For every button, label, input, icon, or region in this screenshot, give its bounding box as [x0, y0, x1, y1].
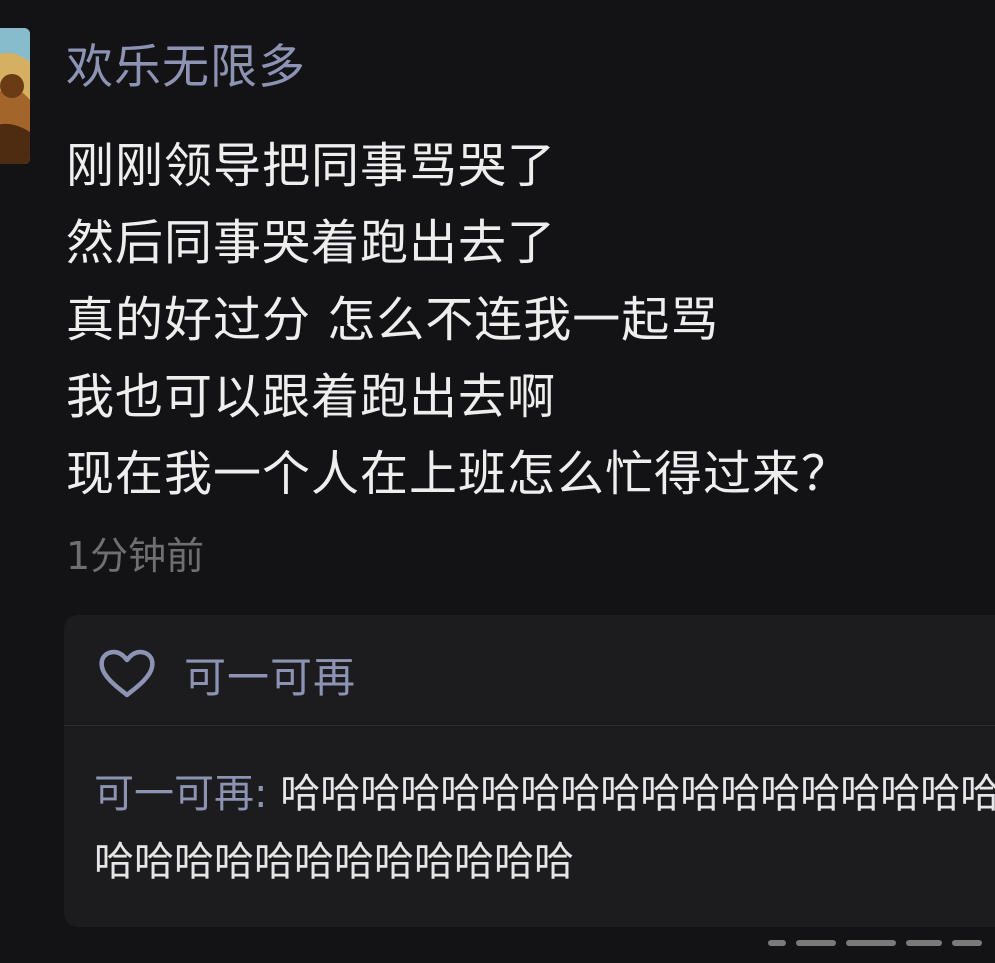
divider: [64, 725, 995, 726]
post-line: 真的好过分 怎么不连我一起骂: [66, 292, 720, 348]
avatar-image: [0, 28, 30, 164]
post-timestamp: 1分钟前: [66, 534, 205, 578]
reply-comment[interactable]: 可一可再: 哈哈哈哈哈哈哈哈哈哈哈哈哈哈哈哈哈哈哈哈哈哈哈哈哈哈哈哈哈哈哈哈哈哈: [94, 760, 995, 896]
post-screen: 欢乐无限多 刚刚领导把同事骂哭了 然后同事哭着跑出去了 真的好过分 怎么不连我一…: [0, 0, 995, 963]
like-username[interactable]: 可一可再: [184, 644, 356, 705]
interaction-card: 可一可再 可一可再: 哈哈哈哈哈哈哈哈哈哈哈哈哈哈哈哈哈哈 哈哈哈哈哈哈哈哈哈哈哈…: [64, 615, 995, 927]
post-line: 然后同事哭着跑出去了: [66, 215, 557, 271]
username[interactable]: 欢乐无限多: [66, 38, 306, 98]
like-row: 可一可再: [98, 639, 356, 709]
avatar[interactable]: [0, 28, 30, 164]
heart-outline-icon[interactable]: [98, 649, 156, 699]
post-line: 现在我一个人在上班怎么忙得过来？: [66, 446, 851, 502]
watermark: [768, 924, 988, 960]
reply-separator: :: [254, 771, 281, 817]
reply-author[interactable]: 可一可再: [94, 771, 254, 817]
post-line: 刚刚领导把同事骂哭了: [66, 138, 557, 194]
post-line: 我也可以跟着跑出去啊: [66, 369, 557, 425]
post-content: 刚刚领导把同事骂哭了 然后同事哭着跑出去了 真的好过分 怎么不连我一起骂 我也可…: [66, 128, 850, 513]
